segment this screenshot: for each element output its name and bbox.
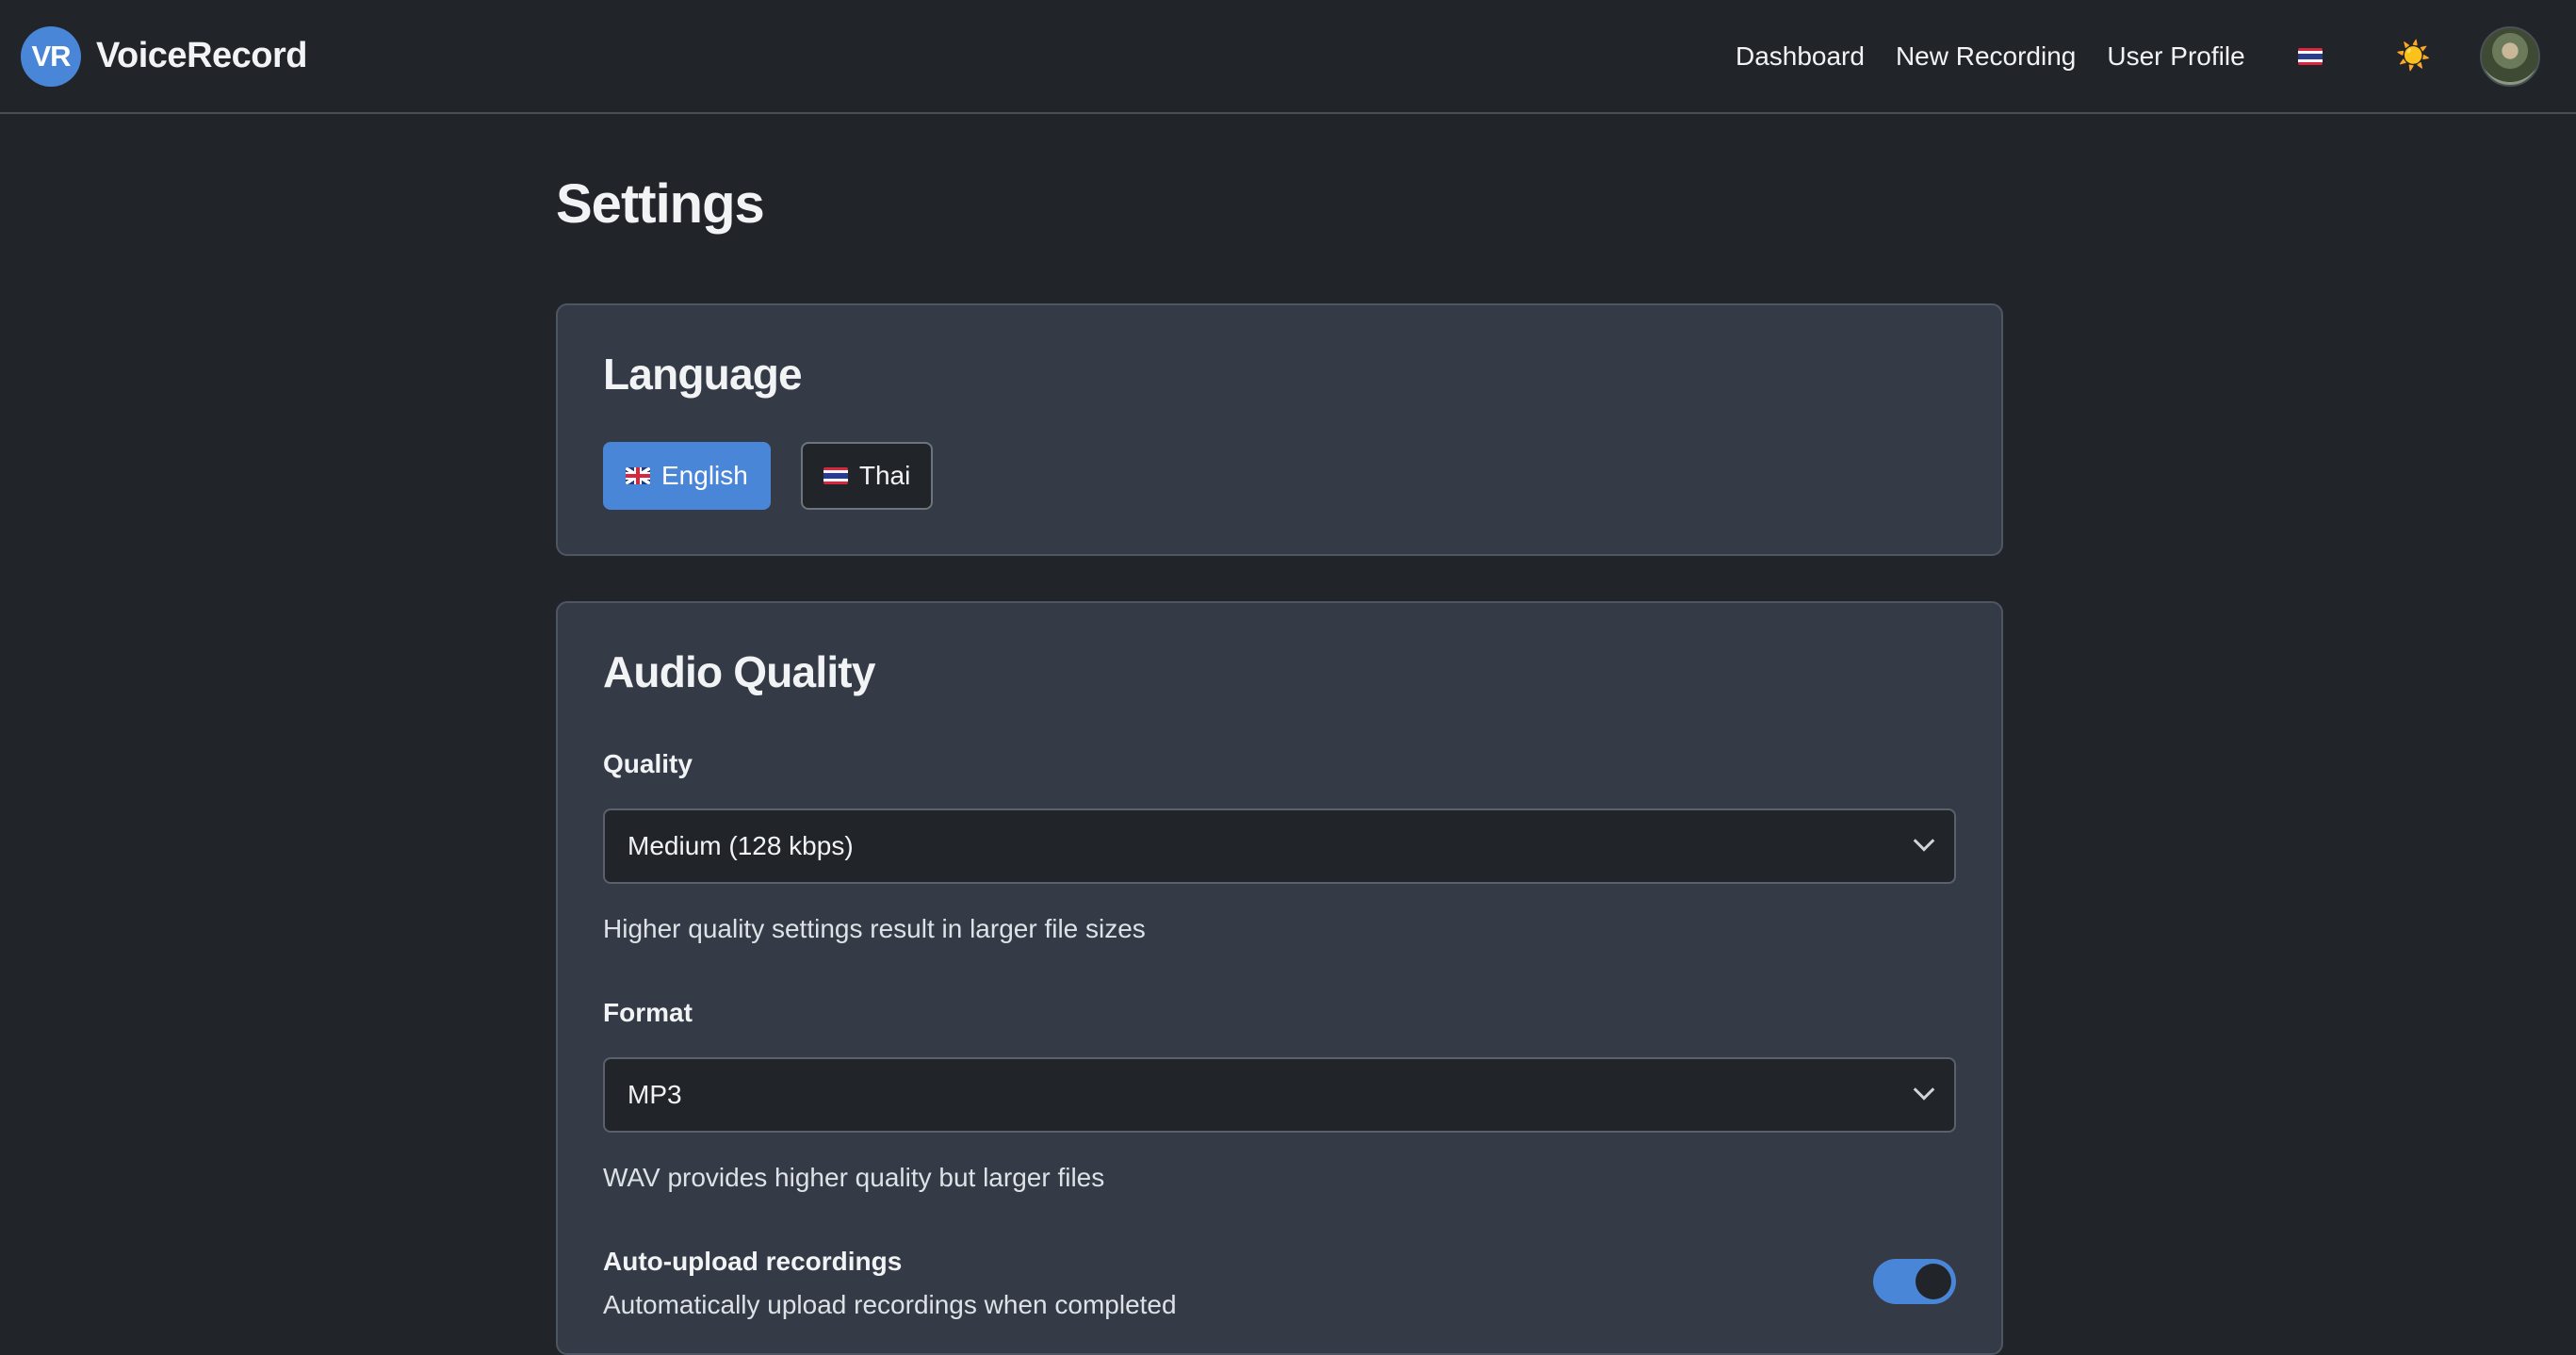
nav-link-dashboard[interactable]: Dashboard bbox=[1736, 41, 1865, 72]
quality-select[interactable]: Medium (128 kbps) bbox=[603, 808, 1956, 884]
format-select[interactable]: MP3 bbox=[603, 1057, 1956, 1133]
auto-upload-label: Auto-upload recordings bbox=[603, 1247, 903, 1276]
auto-upload-toggle[interactable] bbox=[1873, 1259, 1956, 1304]
language-card: Language English Thai bbox=[556, 303, 2003, 556]
thai-flag-icon bbox=[823, 467, 848, 484]
english-label: English bbox=[661, 461, 748, 490]
uk-flag-icon bbox=[626, 467, 650, 484]
sun-icon[interactable]: ☀️ bbox=[2396, 40, 2431, 73]
audio-quality-card-title: Audio Quality bbox=[603, 647, 875, 696]
brand-logo: VR bbox=[21, 25, 81, 87]
nav-link-new-recording[interactable]: New Recording bbox=[1896, 41, 2076, 72]
brand[interactable]: VR VoiceRecord bbox=[21, 25, 307, 87]
format-label: Format bbox=[603, 998, 693, 1027]
chevron-down-icon bbox=[1913, 1079, 1935, 1101]
language-options: English Thai bbox=[603, 442, 934, 510]
top-navbar: VR VoiceRecord Dashboard New Recording U… bbox=[0, 0, 2576, 114]
chevron-down-icon bbox=[1913, 830, 1935, 852]
english-language-button[interactable]: English bbox=[603, 442, 771, 510]
quality-select-value: Medium (128 kbps) bbox=[628, 831, 854, 860]
page-title: Settings bbox=[556, 173, 765, 235]
nav-link-user-profile[interactable]: User Profile bbox=[2107, 41, 2244, 72]
quality-help-text: Higher quality settings result in larger… bbox=[603, 914, 1146, 943]
audio-quality-card: Audio Quality Quality Medium (128 kbps) … bbox=[556, 601, 2003, 1355]
nav-links: Dashboard New Recording User Profile ☀️ bbox=[1736, 25, 2555, 87]
thai-label: Thai bbox=[858, 461, 911, 490]
thai-flag-icon bbox=[2297, 47, 2323, 65]
language-switcher[interactable] bbox=[2297, 47, 2323, 65]
format-select-value: MP3 bbox=[628, 1080, 682, 1109]
toggle-knob bbox=[1916, 1264, 1951, 1299]
format-help-text: WAV provides higher quality but larger f… bbox=[603, 1163, 1105, 1192]
brand-name: VoiceRecord bbox=[96, 36, 307, 75]
thai-language-button[interactable]: Thai bbox=[800, 442, 934, 510]
avatar[interactable] bbox=[2480, 25, 2540, 87]
language-card-title: Language bbox=[603, 350, 803, 399]
quality-label: Quality bbox=[603, 749, 693, 778]
auto-upload-description: Automatically upload recordings when com… bbox=[603, 1290, 1177, 1319]
